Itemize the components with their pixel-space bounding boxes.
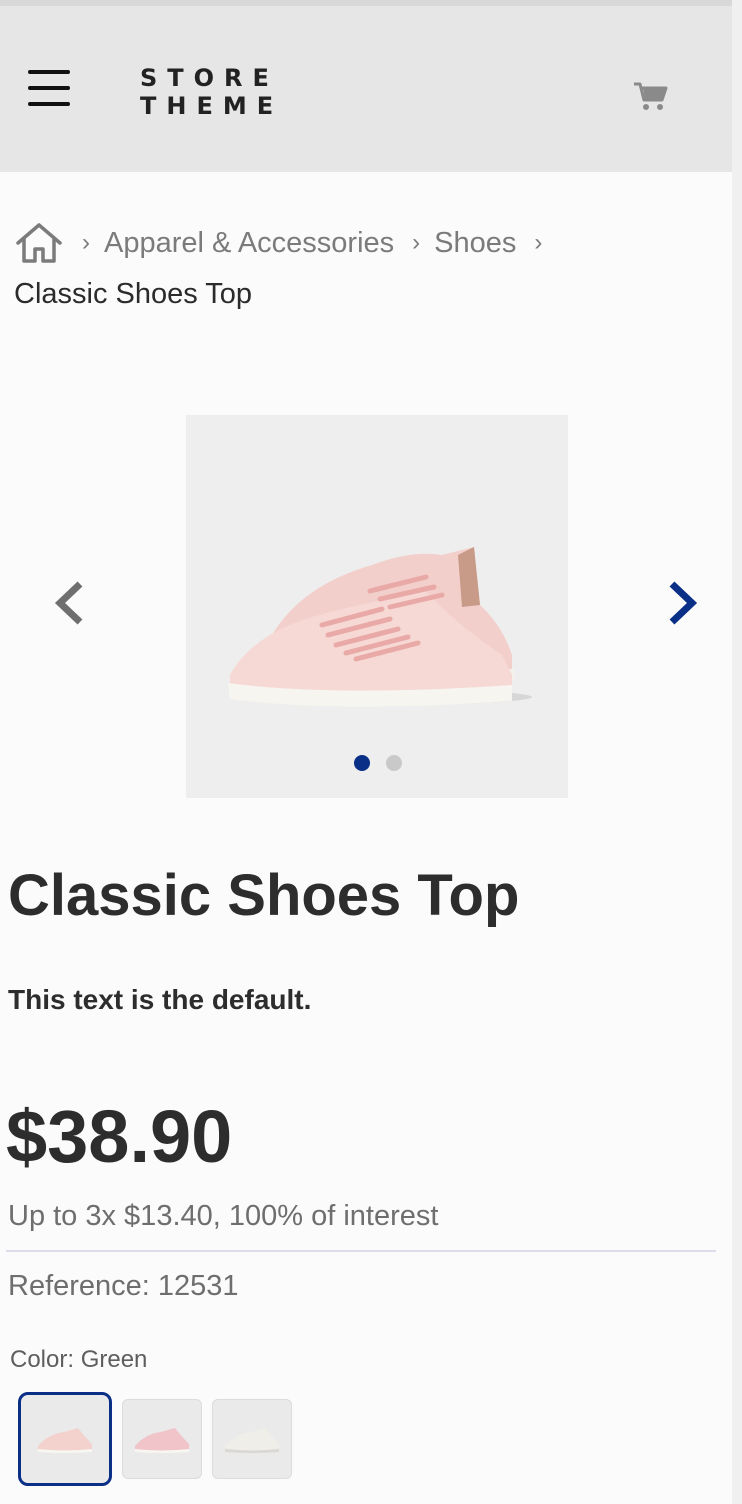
product-description: This text is the default. — [8, 984, 312, 1015]
product-reference: Reference: 12531 — [8, 1270, 239, 1302]
hamburger-menu-icon[interactable] — [28, 70, 70, 110]
logo-line-2: THEME — [140, 92, 284, 120]
breadcrumb-separator: › — [412, 229, 421, 256]
swatch-pink-2[interactable] — [122, 1399, 202, 1479]
breadcrumb-current: Classic Shoes Top — [14, 278, 253, 310]
product-image[interactable] — [186, 415, 568, 798]
divider — [6, 1250, 716, 1252]
logo-line-1: STORE — [140, 64, 279, 92]
product-shoe-image — [228, 547, 532, 707]
carousel-dots — [354, 755, 402, 771]
breadcrumb-item-shoes[interactable]: Shoes — [434, 227, 516, 260]
product-price: $38.90 — [6, 1095, 233, 1178]
swatch-white[interactable] — [212, 1399, 292, 1479]
store-logo[interactable]: STORE THEME — [140, 64, 283, 120]
installments-text: Up to 3x $13.40, 100% of interest — [8, 1200, 439, 1232]
color-label: Color: Green — [10, 1346, 148, 1373]
swatch-pink-selected[interactable] — [18, 1392, 112, 1486]
home-icon[interactable] — [14, 221, 64, 265]
breadcrumb: › Apparel & Accessories › Shoes › — [14, 218, 714, 268]
breadcrumb-item-apparel[interactable]: Apparel & Accessories — [104, 227, 394, 260]
breadcrumb-separator: › — [82, 229, 90, 256]
breadcrumb-separator: › — [534, 229, 543, 256]
chevron-right-icon[interactable] — [660, 578, 704, 628]
product-title: Classic Shoes Top — [8, 863, 520, 928]
carousel-dot-2[interactable] — [386, 755, 402, 771]
swatch-shoe-rose-icon — [135, 1428, 189, 1453]
carousel-dot-1[interactable] — [354, 755, 370, 771]
page: STORE THEME › Apparel & Accessories › Sh… — [0, 0, 742, 1504]
swatch-shoe-pink-icon — [38, 1428, 92, 1453]
cart-icon[interactable] — [632, 78, 668, 114]
site-header: STORE THEME — [0, 0, 732, 172]
chevron-left-icon[interactable] — [48, 578, 92, 628]
color-swatches — [18, 1392, 292, 1486]
swatch-shoe-white-icon — [225, 1428, 279, 1453]
